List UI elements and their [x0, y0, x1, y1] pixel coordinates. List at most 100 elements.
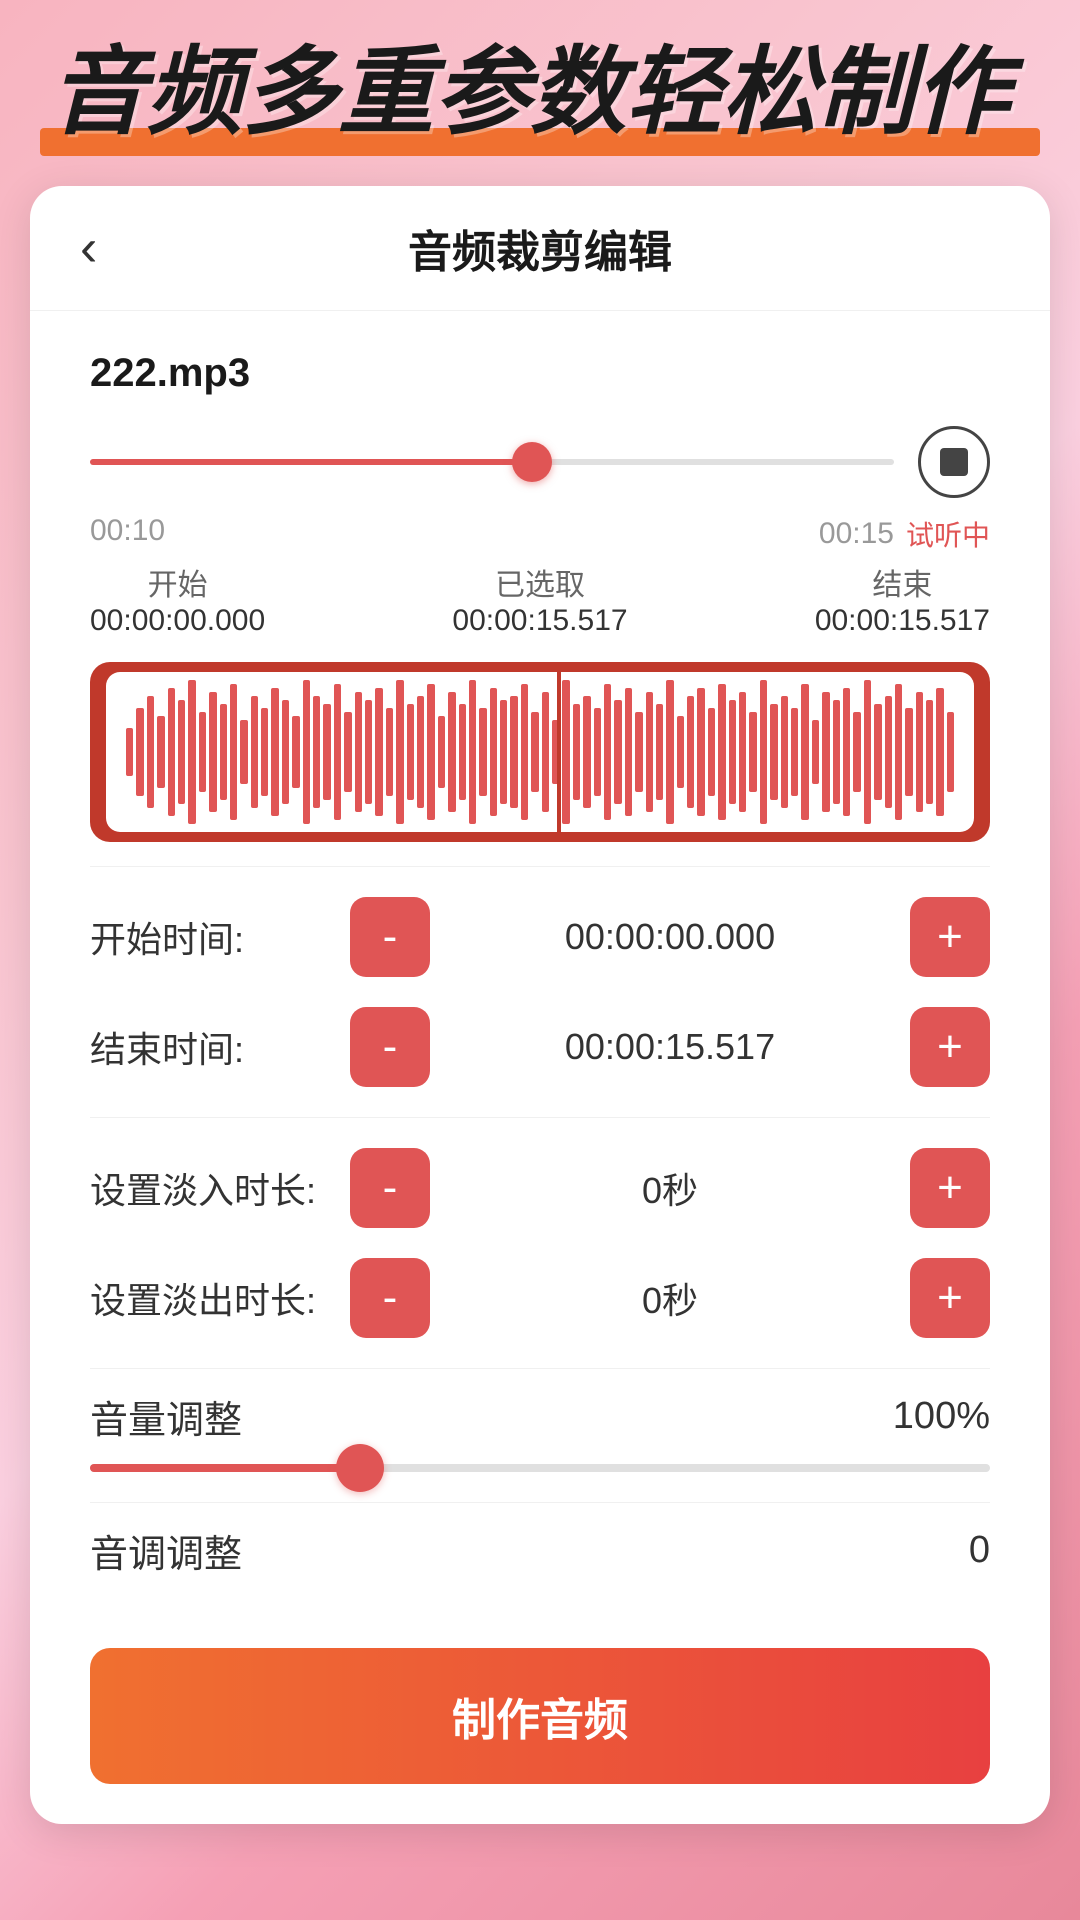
start-label: 开始: [90, 560, 265, 604]
waveform-bar: [739, 692, 746, 812]
volume-header: 音量调整 100%: [90, 1389, 990, 1444]
waveform-container[interactable]: [90, 662, 990, 842]
fade-out-minus-button[interactable]: -: [350, 1258, 430, 1338]
back-button[interactable]: ‹: [80, 222, 97, 274]
waveform-bar: [625, 688, 632, 816]
fade-in-control: 设置淡入时长: - 0秒 +: [90, 1148, 990, 1228]
volume-fill: [90, 1464, 360, 1472]
minus-icon-4: -: [383, 1276, 398, 1320]
waveform-bars: [126, 672, 954, 832]
make-audio-button[interactable]: 制作音频: [90, 1648, 990, 1784]
waveform-bar: [209, 692, 216, 812]
pitch-section: 音调调整 0: [90, 1523, 990, 1578]
volume-value: 100%: [893, 1395, 990, 1438]
waveform-bar: [230, 684, 237, 820]
end-time-minus-button[interactable]: -: [350, 1007, 430, 1087]
waveform-bar: [396, 680, 403, 824]
time-label-end-group: 00:15 试听中: [819, 514, 990, 554]
start-time-plus-button[interactable]: +: [910, 897, 990, 977]
plus-icon-3: +: [937, 1166, 963, 1210]
divider-1: [90, 866, 990, 867]
waveform-bar: [562, 680, 569, 824]
file-name: 222.mp3: [90, 351, 990, 396]
waveform-bar: [936, 688, 943, 816]
waveform-bar: [510, 696, 517, 808]
time-label-end: 00:15: [819, 517, 894, 551]
waveform-bar: [770, 704, 777, 800]
waveform-bar: [168, 688, 175, 816]
time-section-start: 开始 00:00:00.000: [90, 560, 265, 638]
waveform-bar: [646, 692, 653, 812]
waveform-bar: [261, 708, 268, 796]
start-time-control: 开始时间: - 00:00:00.000 +: [90, 897, 990, 977]
waveform-bar: [334, 684, 341, 820]
waveform-bar: [697, 688, 704, 816]
volume-slider[interactable]: [90, 1464, 990, 1472]
hero-title: 音频多重参数轻松制作: [50, 40, 1030, 146]
waveform-bar: [822, 692, 829, 812]
waveform-bar: [323, 704, 330, 800]
waveform-bar: [136, 708, 143, 796]
waveform-bar: [282, 700, 289, 804]
progress-fill: [90, 459, 532, 465]
waveform-bar: [864, 680, 871, 824]
audition-badge: 试听中: [906, 514, 990, 554]
waveform-bar: [220, 704, 227, 800]
waveform-bar: [708, 708, 715, 796]
time-section-end: 结束 00:00:15.517: [815, 560, 990, 638]
waveform-bar: [677, 716, 684, 788]
stop-icon: [940, 448, 968, 476]
waveform-bar: [157, 716, 164, 788]
waveform-bar: [355, 692, 362, 812]
progress-track[interactable]: [90, 459, 894, 465]
waveform-bar: [729, 700, 736, 804]
progress-area: [90, 426, 990, 498]
waveform-bar: [843, 688, 850, 816]
plus-icon-4: +: [937, 1276, 963, 1320]
time-labels: 00:10 00:15 试听中: [90, 514, 990, 554]
waveform-bar: [812, 720, 819, 784]
stop-button[interactable]: [918, 426, 990, 498]
divider-4: [90, 1502, 990, 1503]
end-label: 结束: [815, 560, 990, 604]
waveform-bar: [500, 700, 507, 804]
waveform-bar: [479, 708, 486, 796]
waveform-bar: [448, 692, 455, 812]
waveform-inner: [106, 672, 974, 832]
waveform-bar: [313, 696, 320, 808]
time-values: 开始 00:00:00.000 已选取 00:00:15.517 结束 00:0…: [90, 560, 990, 638]
waveform-bar: [791, 708, 798, 796]
waveform-bar: [573, 704, 580, 800]
fade-out-plus-button[interactable]: +: [910, 1258, 990, 1338]
waveform-bar: [687, 696, 694, 808]
end-time-label: 结束时间:: [90, 1021, 350, 1073]
waveform-bar: [251, 696, 258, 808]
waveform-bar: [583, 696, 590, 808]
waveform-bar: [531, 712, 538, 792]
start-time-minus-button[interactable]: -: [350, 897, 430, 977]
selected-value: 00:00:15.517: [452, 604, 627, 638]
time-label-start: 00:10: [90, 514, 165, 554]
waveform-bar: [853, 712, 860, 792]
start-time-label: 开始时间:: [90, 911, 350, 963]
volume-thumb: [336, 1444, 384, 1492]
waveform-bar: [781, 696, 788, 808]
minus-icon: -: [383, 915, 398, 959]
fade-in-plus-button[interactable]: +: [910, 1148, 990, 1228]
waveform-bar: [427, 684, 434, 820]
waveform-bar: [926, 700, 933, 804]
nav-bar: ‹ 音频裁剪编辑: [30, 186, 1050, 311]
waveform-bar: [614, 700, 621, 804]
waveform-bar: [905, 708, 912, 796]
fade-out-control: 设置淡出时长: - 0秒 +: [90, 1258, 990, 1338]
end-time-plus-button[interactable]: +: [910, 1007, 990, 1087]
end-value: 00:00:15.517: [815, 604, 990, 638]
waveform-bar: [760, 680, 767, 824]
waveform-bar: [885, 696, 892, 808]
fade-in-minus-button[interactable]: -: [350, 1148, 430, 1228]
content-area: 222.mp3 00:10 00:15 试听中 开始 00:00:00.000: [30, 311, 1050, 1618]
end-time-value: 00:00:15.517: [430, 1026, 910, 1068]
waveform-bar: [199, 712, 206, 792]
volume-section: 音量调整 100%: [90, 1389, 990, 1472]
waveform-bar: [303, 680, 310, 824]
